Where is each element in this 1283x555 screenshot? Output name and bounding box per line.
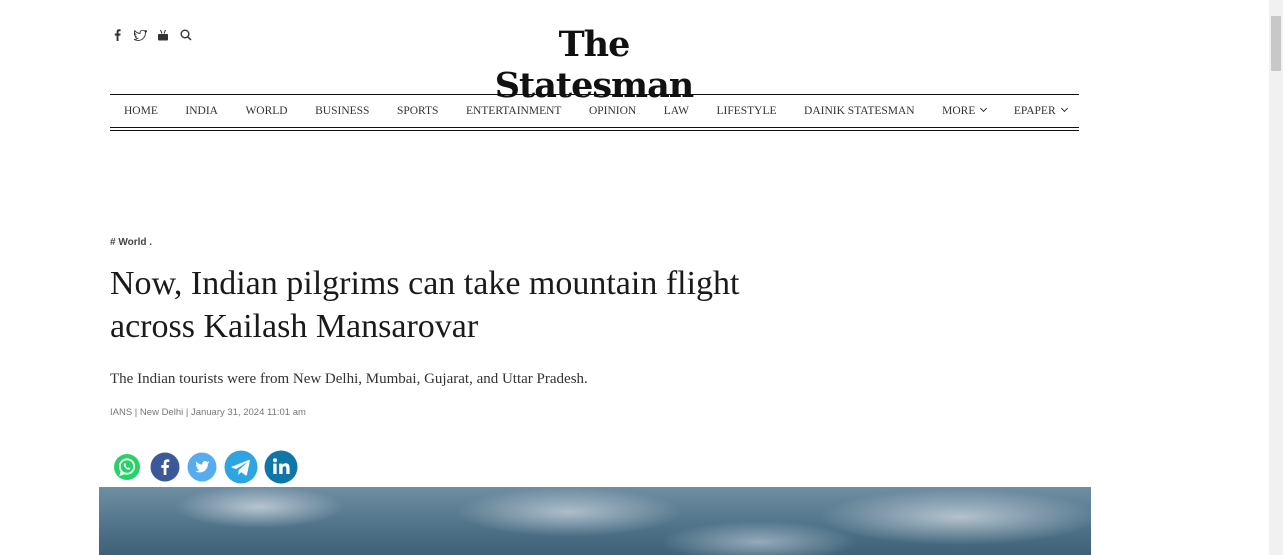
article-category-tag[interactable]: # World . <box>110 237 152 248</box>
article-hero-image <box>99 487 1091 555</box>
twitter-icon[interactable] <box>187 452 217 482</box>
nav-item-more-label: MORE <box>942 105 976 117</box>
nav-item-home[interactable]: HOME <box>124 105 158 117</box>
header-social-icons <box>110 28 193 42</box>
nav-item-opinion[interactable]: OPINION <box>589 105 636 117</box>
nav-item-entertainment[interactable]: ENTERTAINMENT <box>466 105 561 117</box>
linkedin-icon[interactable] <box>264 450 298 484</box>
share-buttons <box>111 450 298 484</box>
telegram-icon[interactable] <box>224 450 258 484</box>
main-navigation: HOME INDIA WORLD BUSINESS SPORTS ENTERTA… <box>110 94 1079 131</box>
whatsapp-icon[interactable] <box>111 451 143 483</box>
nav-item-more[interactable]: MORE <box>942 104 988 117</box>
chevron-down-icon <box>980 104 988 113</box>
article-byline: IANS | New Delhi | January 31, 2024 11:0… <box>110 407 306 418</box>
twitter-icon[interactable] <box>133 28 147 42</box>
chevron-down-icon <box>1060 104 1068 113</box>
youtube-icon[interactable] <box>156 28 170 42</box>
facebook-icon[interactable] <box>110 28 124 42</box>
nav-item-lifestyle[interactable]: LIFESTYLE <box>716 105 776 117</box>
article-summary: The Indian tourists were from New Delhi,… <box>110 371 588 387</box>
nav-item-business[interactable]: BUSINESS <box>315 105 369 117</box>
nav-item-dainik-statesman[interactable]: DAINIK STATESMAN <box>804 105 915 117</box>
nav-item-india[interactable]: INDIA <box>185 105 218 117</box>
scrollbar-thumb[interactable] <box>1271 16 1281 71</box>
page-scrollbar[interactable] <box>1269 0 1283 555</box>
search-icon[interactable] <box>179 28 193 42</box>
nav-item-sports[interactable]: SPORTS <box>397 105 439 117</box>
nav-item-world[interactable]: WORLD <box>245 105 287 117</box>
facebook-icon[interactable] <box>150 452 180 482</box>
nav-item-law[interactable]: LAW <box>664 105 689 117</box>
article-headline: Now, Indian pilgrims can take mountain f… <box>110 265 740 345</box>
nav-item-epaper-label: EPAPER <box>1013 105 1056 117</box>
nav-item-epaper[interactable]: EPAPER <box>1013 104 1068 117</box>
